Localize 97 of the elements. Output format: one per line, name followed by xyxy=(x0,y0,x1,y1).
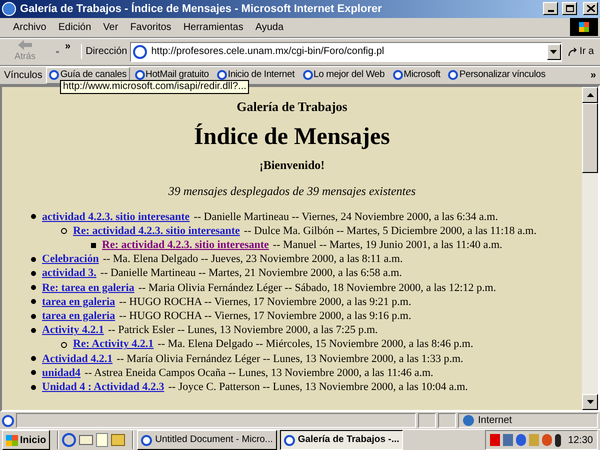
bullet-icon xyxy=(31,285,36,290)
clock: 12:30 xyxy=(568,434,593,448)
windows-flag-icon xyxy=(6,434,18,446)
message-link[interactable]: Celebración xyxy=(42,252,99,266)
menu-item[interactable]: Favoritos xyxy=(125,20,176,35)
page-icon xyxy=(284,434,295,446)
tray-icon[interactable] xyxy=(516,434,526,446)
taskbar-button[interactable]: Galería de Trabajos -... xyxy=(280,430,404,450)
bullet-icon xyxy=(91,242,96,248)
bullet-icon xyxy=(61,228,67,234)
link-button[interactable]: Lo mejor del Web xyxy=(300,66,388,84)
more-chevron[interactable]: » xyxy=(65,38,71,54)
up-triangle-icon xyxy=(586,92,594,97)
window-title: Galería de Trabajos - Índice de Mensajes - Microsoft Internet Explorer xyxy=(20,1,383,17)
go-arrow-icon xyxy=(568,46,578,57)
browser-icon xyxy=(2,2,16,16)
message-details: -- Dulce Ma. Gilbón -- Martes, 5 Diciembre 2000, a las 11:18 a.m. xyxy=(244,224,536,238)
back-arrow-icon xyxy=(18,40,32,50)
minimize-button[interactable] xyxy=(543,2,558,16)
bullet-icon xyxy=(31,214,36,220)
scroll-up-button[interactable] xyxy=(582,86,598,103)
bullet-icon xyxy=(31,328,36,333)
bullet-icon xyxy=(61,342,67,348)
page-icon xyxy=(448,70,458,80)
message-link[interactable]: actividad 3. xyxy=(42,266,96,281)
menu-item[interactable]: Herramientas xyxy=(178,20,248,35)
page-icon xyxy=(134,70,145,80)
message-details: -- Manuel -- Martes, 19 Junio 2001, a las 11:40 a.m. xyxy=(272,238,502,252)
link-button[interactable]: Personalizar vínculos xyxy=(445,66,548,84)
menu-item[interactable]: Archivo xyxy=(8,20,52,35)
go-button[interactable]: Ir a xyxy=(562,44,600,60)
message-link[interactable]: Re: actividad 4.2.3. sitio interesante xyxy=(102,238,269,252)
message-details: -- HUGO ROCHA -- Viernes, 17 Noviembre 2000, a las 9:16 p.m. xyxy=(119,309,412,324)
page-icon xyxy=(141,434,152,446)
message-link[interactable]: Unidad 4 : Actividad 4.2.3 xyxy=(42,380,164,394)
menu-item[interactable]: Ver xyxy=(98,20,124,35)
down-triangle-icon xyxy=(550,50,558,54)
globe-icon xyxy=(463,415,474,426)
page-heading: Índice de Mensajes xyxy=(194,122,390,151)
more-chevron[interactable]: » xyxy=(590,68,600,83)
message-details: -- HUGO ROCHA -- Viernes, 17 Noviembre 2000, a las 9:21 p.m. xyxy=(119,294,412,310)
message-link[interactable]: tarea en galeria xyxy=(42,294,116,310)
message-link[interactable]: Re: Activity 4.2.1 xyxy=(73,337,154,352)
bullet-icon xyxy=(31,256,36,262)
browser-icon[interactable] xyxy=(62,433,76,447)
summary-text: 39 mensajes desplegados de 39 mensajes existentes xyxy=(168,184,416,198)
message-details: -- Ma. Elena Delgado -- Miércoles, 15 Noviembre 2000, a las 8:46 p.m. xyxy=(158,337,474,352)
bullet-icon xyxy=(31,370,36,376)
bullet-icon xyxy=(31,299,36,304)
message-details: -- María Olivia Fernández Léger -- Lunes, 13 Noviembre 2000, a las 1:33 p.m. xyxy=(116,352,464,366)
message-link[interactable]: tarea en galeria xyxy=(42,309,116,324)
page-icon xyxy=(216,70,227,80)
message-link[interactable]: Actividad 4.2.1 xyxy=(42,352,113,366)
bullet-icon xyxy=(31,356,36,362)
welcome-text: ¡Bienvenido! xyxy=(259,158,325,172)
page-icon xyxy=(2,414,14,427)
message-details: -- Danielle Martineau -- Martes, 21 Noviembre 2000, a las 6:58 a.m. xyxy=(100,266,402,281)
page-icon xyxy=(392,70,403,80)
start-button[interactable]: Inicio xyxy=(2,430,50,450)
bullet-icon xyxy=(31,384,36,390)
close-x-icon xyxy=(586,5,594,12)
dropdown-button[interactable] xyxy=(546,44,561,60)
zone-panel: Internet xyxy=(458,413,598,428)
tray-icon[interactable] xyxy=(490,434,500,446)
message-link[interactable]: Re: tarea en galeria xyxy=(42,280,134,295)
message-details: -- Maria Olivia Fernández Léger -- Sábado, 18 Noviembre 2000, a las 12:12 p.m. xyxy=(138,280,496,295)
windows-logo-icon xyxy=(570,18,598,36)
menu-item[interactable]: Edición xyxy=(53,20,96,35)
bullet-icon xyxy=(31,271,36,276)
message-details: -- Danielle Martineau -- Viernes, 24 Noviembre 2000, a las 6:34 a.m. xyxy=(194,210,498,224)
tray-icon[interactable] xyxy=(502,434,513,446)
page-icon xyxy=(302,70,313,80)
menu-item[interactable]: Ayuda xyxy=(250,20,289,35)
message-details: -- Astrea Eneida Campos Ocaña -- Lunes, 13 Noviembre 2000, a las 11:46 a.m. xyxy=(84,366,434,380)
scroll-down-button[interactable] xyxy=(582,394,598,410)
message-link[interactable]: Activity 4.2.1 xyxy=(42,323,104,338)
message-details: -- Joyce C. Patterson -- Lunes, 13 Noviembre 2000, a las 10:04 a.m. xyxy=(168,380,468,394)
tooltip: http://www.microsoft.com/isapi/redir.dll?... xyxy=(60,80,250,94)
page-icon xyxy=(133,44,148,59)
message-link[interactable]: Re: actividad 4.2.3. sitio interesante xyxy=(73,224,240,238)
message-details: -- Ma. Elena Delgado -- Jueves, 23 Noviembre 2000, a las 8:11 a.m. xyxy=(102,252,403,266)
close-button[interactable] xyxy=(583,2,598,16)
site-title: Galería de Trabajos xyxy=(236,98,348,114)
page-icon xyxy=(49,70,60,80)
scrollbar[interactable] xyxy=(582,86,598,410)
taskbar-button[interactable]: Untitled Document - Micro... xyxy=(137,430,277,450)
message-link[interactable]: actividad 4.2.3. sitio interesante xyxy=(42,210,190,224)
address-label: Dirección xyxy=(80,44,128,60)
maximize-button[interactable] xyxy=(562,2,577,16)
message-details: -- Patrick Esler -- Lunes, 13 Noviembre 2000, a las 7:25 p.m. xyxy=(108,323,378,338)
link-button[interactable]: Microsoft xyxy=(390,66,444,84)
down-triangle-icon xyxy=(586,400,594,404)
links-label: Vínculos xyxy=(3,68,44,83)
bullet-icon xyxy=(31,314,36,319)
message-link[interactable]: unidad4 xyxy=(42,366,81,380)
address-field[interactable]: http://profesores.cele.unam.mx/cgi-bin/Foro/config.pl xyxy=(130,42,562,62)
scroll-thumb[interactable] xyxy=(582,102,598,173)
